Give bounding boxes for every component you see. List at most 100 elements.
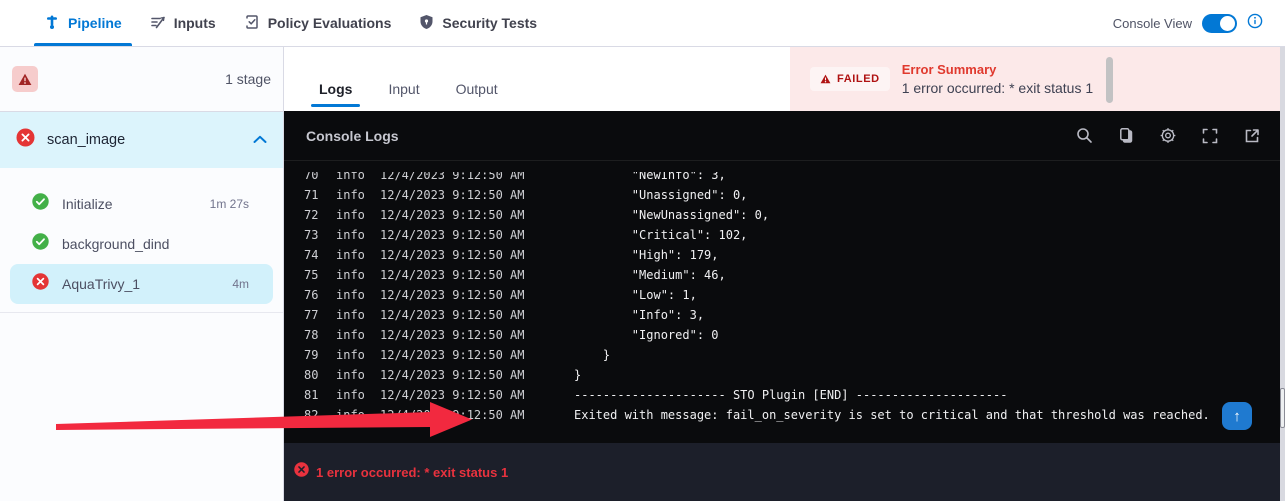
log-scroll-area[interactable]: 70 info 12/4/2023 9:12:50 AM "NewInfo": … bbox=[284, 172, 1285, 443]
log-timestamp: 12/4/2023 9:12:50 AM bbox=[380, 288, 538, 302]
success-status-icon bbox=[32, 233, 49, 255]
settings-icon[interactable] bbox=[1159, 127, 1177, 145]
log-level: info bbox=[336, 268, 372, 282]
console-header: Console Logs bbox=[284, 111, 1285, 161]
log-line: 70 info 12/4/2023 9:12:50 AM "NewInfo": … bbox=[284, 172, 1285, 185]
fullscreen-icon[interactable] bbox=[1201, 127, 1219, 145]
success-status-icon bbox=[32, 193, 49, 215]
step-row-background-dind[interactable]: background_dind bbox=[10, 224, 273, 264]
log-message: --------------------- STO Plugin [END] -… bbox=[574, 388, 1007, 402]
log-level: info bbox=[336, 408, 372, 422]
log-message: "NewUnassigned": 0, bbox=[574, 208, 769, 222]
log-message: "Unassigned": 0, bbox=[574, 188, 747, 202]
tab-security-tests-label: Security Tests bbox=[442, 15, 537, 31]
info-icon[interactable] bbox=[1247, 13, 1263, 34]
log-level: info bbox=[336, 308, 372, 322]
inputs-icon bbox=[150, 14, 166, 33]
warning-triangle-icon bbox=[820, 74, 831, 84]
log-line-number: 72 bbox=[304, 208, 326, 222]
log-line: 81 info 12/4/2023 9:12:50 AM -----------… bbox=[284, 385, 1285, 405]
log-line-number: 76 bbox=[304, 288, 326, 302]
log-timestamp: 12/4/2023 9:12:50 AM bbox=[380, 308, 538, 322]
log-level: info bbox=[336, 288, 372, 302]
tab-inputs[interactable]: Inputs bbox=[136, 0, 230, 46]
log-line-number: 73 bbox=[304, 228, 326, 242]
sidebar-divider bbox=[0, 312, 283, 313]
log-line-number: 77 bbox=[304, 308, 326, 322]
tab-security-tests[interactable]: Security Tests bbox=[405, 0, 551, 46]
sidebar-stage-scan-image[interactable]: scan_image bbox=[0, 112, 283, 168]
step-row-initialize[interactable]: Initialize 1m 27s bbox=[10, 184, 273, 224]
log-message: } bbox=[574, 348, 610, 362]
log-line-number: 79 bbox=[304, 348, 326, 362]
footer-error-message: 1 error occurred: * exit status 1 bbox=[316, 465, 508, 480]
tab-input[interactable]: Input bbox=[374, 71, 433, 111]
log-message: "Ignored": 0 bbox=[574, 328, 719, 342]
footer-error-bar: 1 error occurred: * exit status 1 bbox=[284, 443, 1285, 501]
tab-logs[interactable]: Logs bbox=[305, 71, 366, 111]
log-level: info bbox=[336, 208, 372, 222]
tab-inputs-label: Inputs bbox=[174, 15, 216, 31]
log-line: 82 info 12/4/2023 9:12:50 AM Exited with… bbox=[284, 405, 1285, 425]
copy-icon[interactable] bbox=[1117, 127, 1135, 145]
step-name-label: background_dind bbox=[62, 236, 169, 252]
log-message: "Critical": 102, bbox=[574, 228, 747, 242]
log-message: "Info": 3, bbox=[574, 308, 704, 322]
step-detail-tabs: Logs Input Output bbox=[284, 47, 790, 111]
log-line-number: 82 bbox=[304, 408, 326, 422]
error-circle-icon bbox=[294, 462, 309, 482]
log-level: info bbox=[336, 388, 372, 402]
log-line-number: 81 bbox=[304, 388, 326, 402]
log-line-number: 80 bbox=[304, 368, 326, 382]
step-name-label: AquaTrivy_1 bbox=[62, 276, 140, 292]
console-view-label: Console View bbox=[1113, 16, 1192, 31]
failed-status-icon bbox=[32, 273, 49, 295]
tab-output[interactable]: Output bbox=[442, 71, 512, 111]
stage-name-label: scan_image bbox=[47, 132, 125, 148]
console-logs-panel: Console Logs bbox=[284, 111, 1285, 443]
log-line: 79 info 12/4/2023 9:12:50 AM } bbox=[284, 345, 1285, 365]
log-line: 78 info 12/4/2023 9:12:50 AM "Ignored": … bbox=[284, 325, 1285, 345]
step-duration-label: 1m 27s bbox=[210, 197, 249, 211]
log-line: 77 info 12/4/2023 9:12:50 AM "Info": 3, bbox=[284, 305, 1285, 325]
arrow-up-icon: ↑ bbox=[1233, 408, 1241, 425]
console-view-toggle[interactable] bbox=[1202, 14, 1237, 33]
log-line: 71 info 12/4/2023 9:12:50 AM "Unassigned… bbox=[284, 185, 1285, 205]
log-level: info bbox=[336, 328, 372, 342]
security-shield-icon bbox=[419, 14, 434, 33]
log-timestamp: 12/4/2023 9:12:50 AM bbox=[380, 188, 538, 202]
log-message: Exited with message: fail_on_severity is… bbox=[574, 408, 1210, 422]
log-message: "NewInfo": 3, bbox=[574, 172, 726, 182]
stage-warning-icon bbox=[12, 66, 38, 92]
log-message: "Medium": 46, bbox=[574, 268, 726, 282]
page-scrollbar-thumb[interactable] bbox=[1280, 388, 1285, 428]
log-message: "Low": 1, bbox=[574, 288, 697, 302]
tab-pipeline-label: Pipeline bbox=[68, 15, 122, 31]
topbar-right-controls: Console View bbox=[1113, 13, 1285, 34]
open-in-new-icon[interactable] bbox=[1243, 127, 1261, 145]
tab-pipeline[interactable]: Pipeline bbox=[30, 0, 136, 46]
scroll-to-top-button[interactable]: ↑ bbox=[1222, 402, 1252, 430]
log-line: 72 info 12/4/2023 9:12:50 AM "NewUnassig… bbox=[284, 205, 1285, 225]
policy-check-icon bbox=[244, 14, 260, 33]
page-scrollbar[interactable] bbox=[1280, 47, 1285, 501]
tab-policy-evaluations[interactable]: Policy Evaluations bbox=[230, 0, 406, 46]
failed-badge: FAILED bbox=[810, 67, 890, 91]
search-icon[interactable] bbox=[1075, 127, 1093, 145]
stage-count-label: 1 stage bbox=[225, 71, 271, 87]
log-level: info bbox=[336, 172, 372, 182]
step-row-aquatrivy[interactable]: AquaTrivy_1 4m bbox=[10, 264, 273, 304]
error-summary-scrollbar[interactable] bbox=[1106, 57, 1113, 103]
chevron-up-icon[interactable] bbox=[253, 131, 267, 149]
console-title: Console Logs bbox=[306, 128, 399, 144]
tab-policy-evaluations-label: Policy Evaluations bbox=[268, 15, 392, 31]
log-level: info bbox=[336, 248, 372, 262]
log-timestamp: 12/4/2023 9:12:50 AM bbox=[380, 228, 538, 242]
log-line-number: 71 bbox=[304, 188, 326, 202]
log-line-number: 70 bbox=[304, 172, 326, 182]
error-summary-text: Error Summary 1 error occurred: * exit s… bbox=[902, 62, 1093, 96]
execution-sidebar: 1 stage scan_image Initialize 1m 27s bbox=[0, 47, 284, 501]
log-line: 75 info 12/4/2023 9:12:50 AM "Medium": 4… bbox=[284, 265, 1285, 285]
log-timestamp: 12/4/2023 9:12:50 AM bbox=[380, 328, 538, 342]
log-line: 76 info 12/4/2023 9:12:50 AM "Low": 1, bbox=[284, 285, 1285, 305]
